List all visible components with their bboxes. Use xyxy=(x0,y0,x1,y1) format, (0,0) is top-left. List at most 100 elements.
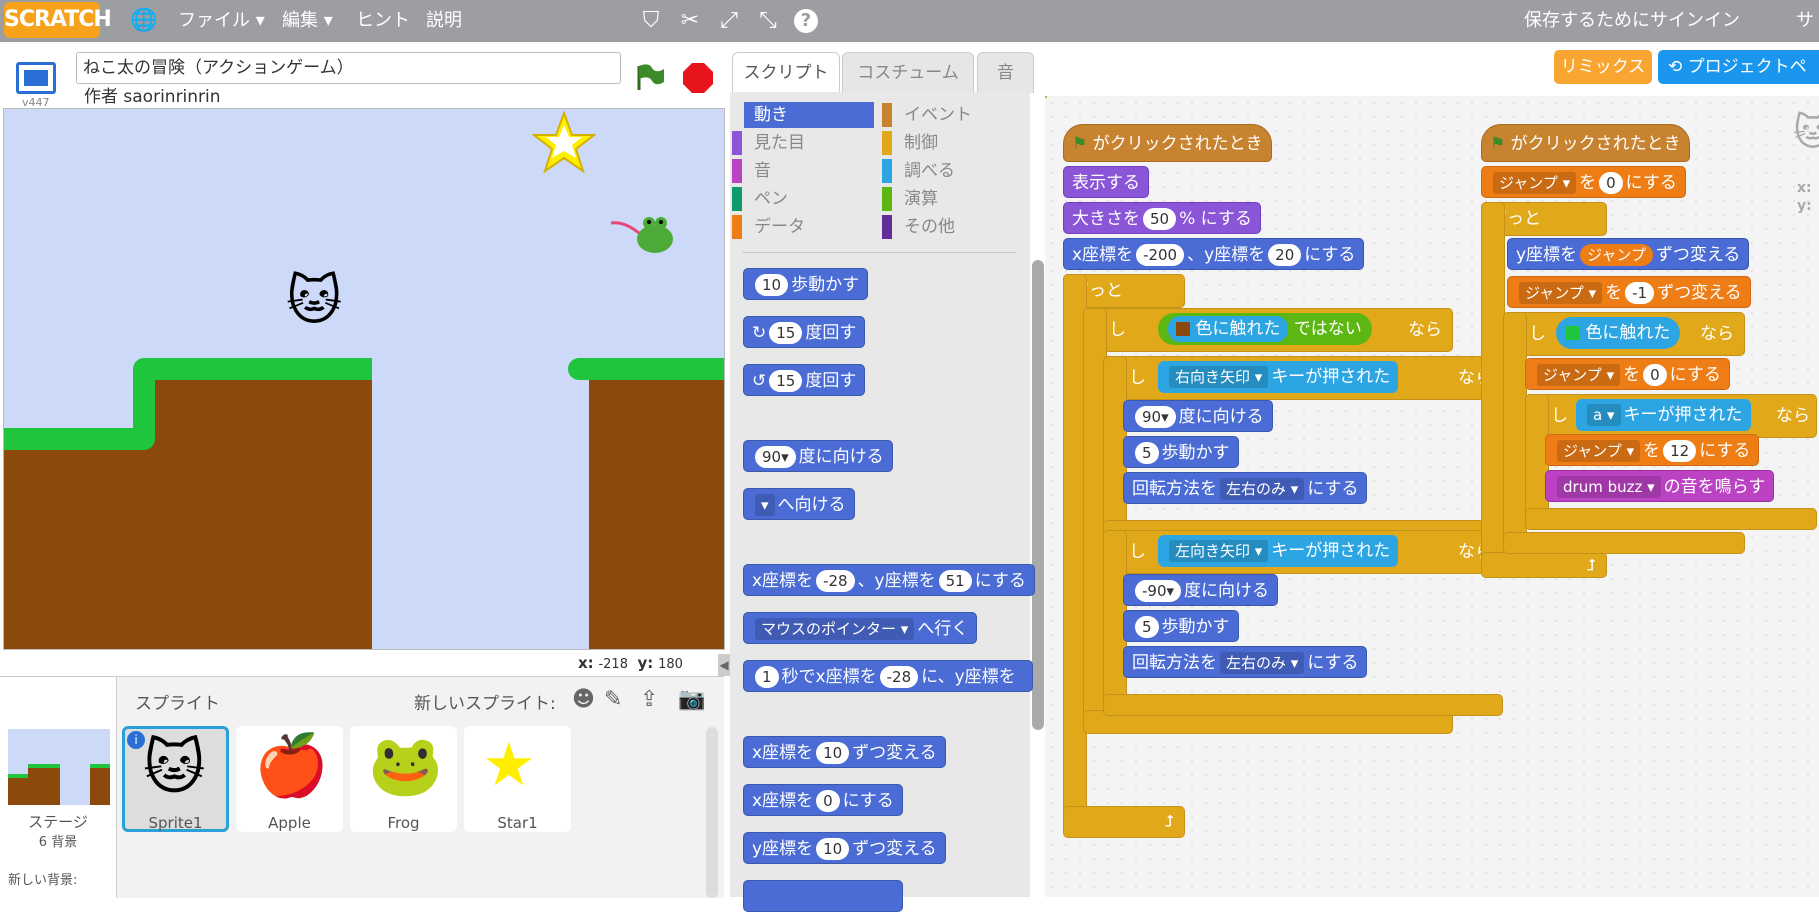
block-goto[interactable]: マウスのポインター ▾ へ行く xyxy=(743,612,978,644)
shrink-icon[interactable]: ⤡ xyxy=(755,8,781,34)
block-move-5-left[interactable]: 5 歩動かす xyxy=(1123,610,1239,642)
if-touch-green-header[interactable]: もし 色に触れた なら xyxy=(1503,312,1745,356)
block-point-90[interactable]: 90▾ 度に向ける xyxy=(1123,400,1273,432)
cut-scissors-icon[interactable]: ✂ xyxy=(677,8,703,34)
category-sound[interactable]: 音 xyxy=(732,158,874,184)
hat-green-flag-1[interactable]: ⚑ がクリックされたとき xyxy=(1063,124,1272,162)
new-sprite-label: 新しいスプライト: xyxy=(414,694,556,714)
block-partial[interactable] xyxy=(743,880,903,912)
brown-color-swatch[interactable] xyxy=(1176,322,1190,336)
category-events[interactable]: イベント xyxy=(882,102,1024,128)
category-data[interactable]: データ xyxy=(732,214,874,240)
menu-tips[interactable]: ヒント xyxy=(356,0,410,42)
hat-green-flag-2[interactable]: ⚑ がクリックされたとき xyxy=(1481,124,1690,162)
sprite-scrollbar[interactable] xyxy=(706,727,718,898)
block-point-direction[interactable]: 90▾ 度に向ける xyxy=(743,440,893,472)
author-label: 作者 saorinrinrin xyxy=(84,87,221,107)
paint-brush-icon[interactable]: ✎ xyxy=(604,687,622,712)
category-motion[interactable]: 動き xyxy=(744,102,874,128)
block-set-size[interactable]: 大きさを 50% にする xyxy=(1063,202,1261,234)
block-glide[interactable]: 1 秒でx座標を -28 に、y座標を xyxy=(743,660,1033,692)
category-operators[interactable]: 演算 xyxy=(882,186,1024,212)
block-change-jump[interactable]: ジャンプ ▾ を -1 ずつ変える xyxy=(1507,276,1751,308)
palette-divider xyxy=(742,252,1017,253)
block-move-steps[interactable]: 10 歩動かす xyxy=(743,268,869,300)
grow-icon[interactable]: ⤢ xyxy=(716,8,742,34)
menu-about[interactable]: 説明 xyxy=(426,0,462,42)
cat-sprite[interactable]: 🐱 xyxy=(286,269,342,332)
block-point-towards[interactable]: ▾ へ向ける xyxy=(743,488,855,520)
key-pressed-right[interactable]: 右向き矢印 ▾ キーが押された xyxy=(1158,361,1399,393)
frog-sprite[interactable] xyxy=(609,211,681,265)
camera-icon[interactable]: 📷 xyxy=(678,687,705,712)
if-right-key-header[interactable]: もし 右向き矢印 ▾ キーが押された なら xyxy=(1103,356,1503,400)
if-left-footer xyxy=(1103,694,1503,716)
project-page-button[interactable]: ⟲ プロジェクトペ xyxy=(1658,50,1819,84)
menu-edit[interactable]: 編集 ▾ xyxy=(282,0,333,42)
block-turn-left[interactable]: ↺ 15 度回す xyxy=(743,364,866,396)
sprite-library-icon[interactable]: ☻ xyxy=(572,687,595,712)
if-key-a-header[interactable]: もし a ▾ キーが押された なら xyxy=(1525,394,1817,438)
block-change-y[interactable]: y座標を 10 ずつ変える xyxy=(743,832,946,864)
block-rotation-style-right[interactable]: 回転方法を 左右のみ ▾ にする xyxy=(1123,472,1368,504)
tab-sounds[interactable]: 音 xyxy=(977,52,1034,93)
green-color-swatch[interactable] xyxy=(1566,326,1580,340)
block-goto-xy-script[interactable]: x座標を -200 、y座標を 20 にする xyxy=(1063,238,1365,270)
fullscreen-icon[interactable] xyxy=(16,62,56,94)
category-sensing[interactable]: 調べる xyxy=(882,158,1024,184)
refresh-icon: ⟲ xyxy=(1668,57,1688,77)
stage-thumbnail[interactable] xyxy=(8,729,110,805)
block-change-x[interactable]: x座標を 10 ずつ変える xyxy=(743,736,946,768)
block-rotation-style-left[interactable]: 回転方法を 左右のみ ▾ にする xyxy=(1123,646,1368,678)
touch-color-sensing[interactable]: 色に触れた xyxy=(1168,316,1289,342)
apple-icon: 🍎 xyxy=(254,731,329,801)
tab-costumes[interactable]: コスチューム xyxy=(842,52,974,93)
if-not-touch-header[interactable]: もし 色に触れた ではない なら xyxy=(1083,308,1453,352)
block-play-sound[interactable]: drum buzz ▾ の音を鳴らす xyxy=(1545,470,1775,502)
block-move-5-right[interactable]: 5 歩動かす xyxy=(1123,436,1239,468)
sprite-tile-sprite1[interactable]: i 🐱 Sprite1 xyxy=(122,726,229,832)
upload-icon[interactable]: ⇪ xyxy=(640,687,658,712)
globe-icon[interactable]: 🌐 xyxy=(130,8,157,34)
green-flag-icon[interactable] xyxy=(634,62,664,92)
category-control[interactable]: 制御 xyxy=(882,130,1024,156)
signin-extra: サ xyxy=(1796,10,1814,31)
block-set-jump-0[interactable]: ジャンプ ▾ を 0 にする xyxy=(1525,358,1730,390)
tab-scripts[interactable]: スクリプト xyxy=(732,52,840,93)
category-pen[interactable]: ペン xyxy=(732,186,874,212)
block-goto-xy[interactable]: x座標を -28 、y座標を 51 にする xyxy=(743,564,1035,596)
block-turn-right[interactable]: ↻ 15 度回す xyxy=(743,316,866,348)
stage-canvas[interactable]: 🐱 xyxy=(3,108,725,650)
touch-color-green[interactable]: 色に触れた xyxy=(1556,317,1681,349)
mouse-coordinates: x: -218 y: 180 xyxy=(578,654,683,672)
help-icon[interactable]: ? xyxy=(794,9,818,33)
scratch-logo[interactable]: SCRATCH xyxy=(4,2,112,38)
signin-link[interactable]: 保存するためにサインイン xyxy=(1524,0,1740,42)
stop-icon[interactable] xyxy=(682,62,714,94)
duplicate-stamp-icon[interactable]: ⛉ xyxy=(638,8,664,34)
collapse-arrow-icon[interactable]: ◀ xyxy=(718,654,730,676)
sprite-tile-apple[interactable]: 🍎 Apple xyxy=(236,726,343,832)
project-title-input[interactable] xyxy=(76,52,621,84)
key-pressed-left[interactable]: 左向き矢印 ▾ キーが押された xyxy=(1158,535,1399,567)
star-sprite[interactable] xyxy=(531,110,597,179)
key-pressed-a[interactable]: a ▾ キーが押された xyxy=(1576,399,1751,431)
block-set-jump[interactable]: ジャンプ ▾ を 0 にする xyxy=(1481,166,1686,198)
sprite-name: Frog xyxy=(387,814,420,832)
palette-scrollbar[interactable] xyxy=(1032,260,1044,730)
if-left-key-header[interactable]: もし 左向き矢印 ▾ キーが押された なら xyxy=(1103,530,1503,574)
sprite-tile-star1[interactable]: ★ Star1 xyxy=(464,726,571,832)
remix-button[interactable]: リミックス xyxy=(1554,50,1652,84)
block-show[interactable]: 表示する xyxy=(1063,166,1149,198)
not-operator[interactable]: 色に触れた ではない xyxy=(1158,313,1372,345)
category-looks[interactable]: 見た目 xyxy=(732,130,874,156)
green-flag-icon: ⚑ xyxy=(1490,134,1506,154)
block-set-x[interactable]: x座標を 0 にする xyxy=(743,784,903,816)
scripts-area[interactable]: ⚑ がクリックされたとき 表示する 大きさを 50% にする x座標を -200 、y… xyxy=(1045,96,1819,897)
block-point-m90[interactable]: -90▾ 度に向ける xyxy=(1123,574,1279,606)
block-change-y-jump[interactable]: y座標を ジャンプ ずつ変える xyxy=(1507,238,1750,270)
block-set-jump-12[interactable]: ジャンプ ▾ を 12 にする xyxy=(1545,434,1760,466)
sprite-tile-frog[interactable]: 🐸 Frog xyxy=(350,726,457,832)
menu-file[interactable]: ファイル ▾ xyxy=(178,0,265,42)
category-more[interactable]: その他 xyxy=(882,214,1024,240)
